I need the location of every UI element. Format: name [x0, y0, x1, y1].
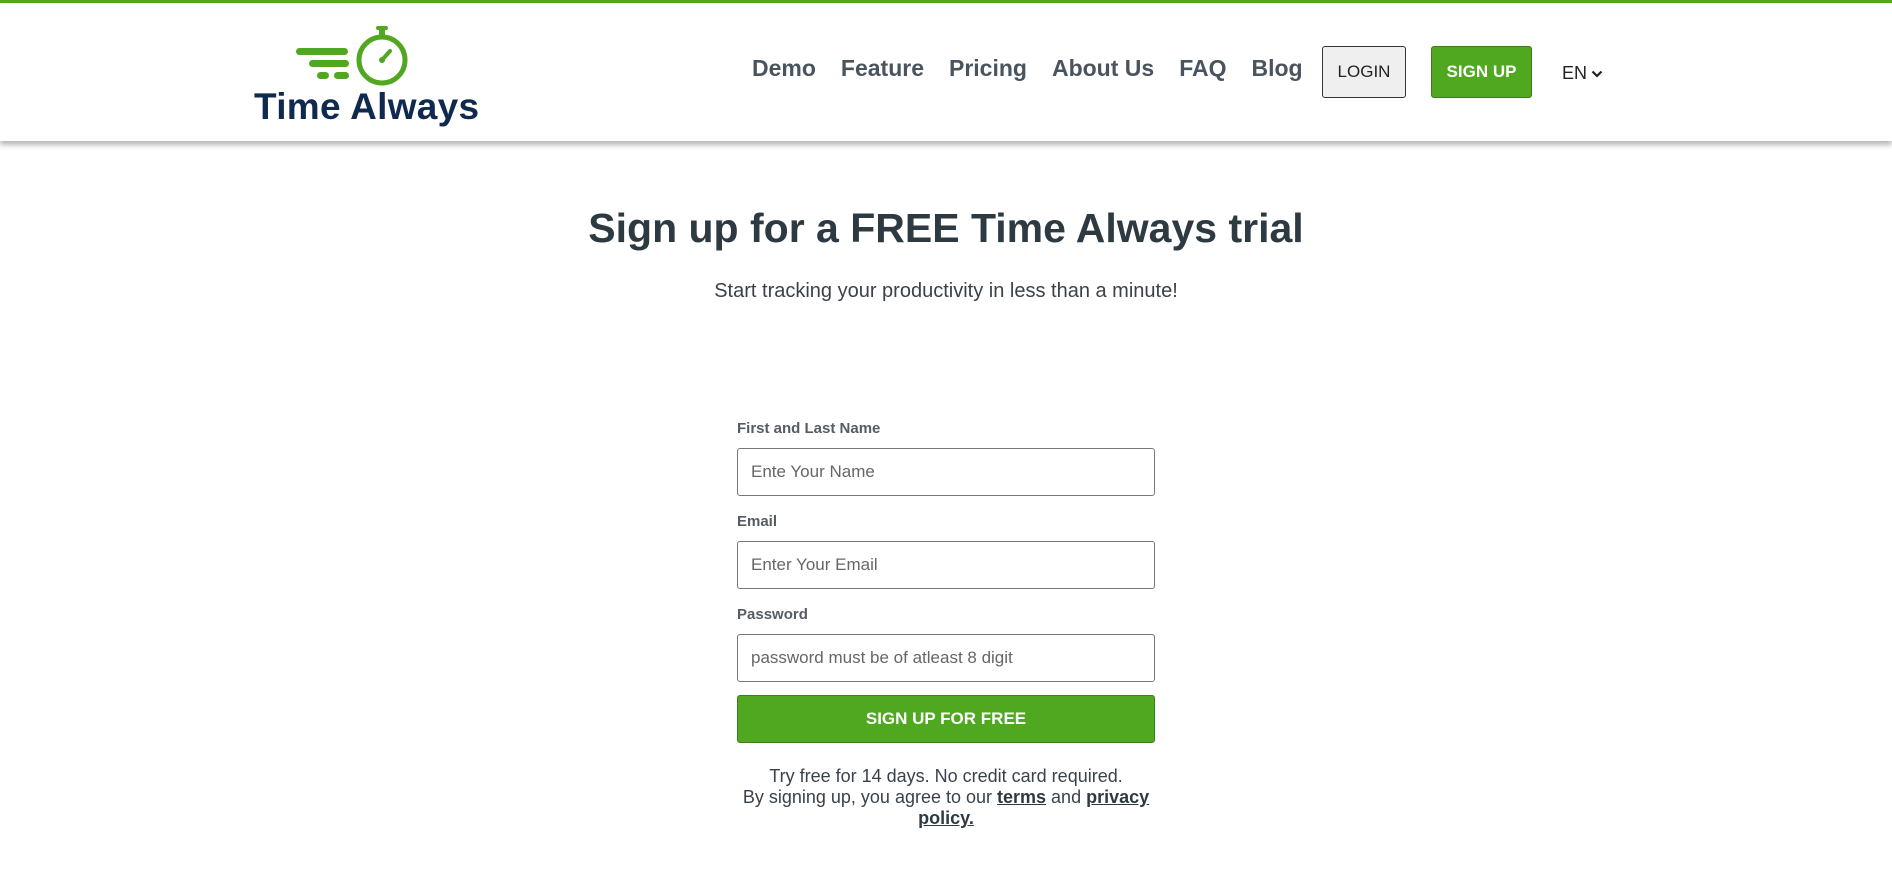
sign-up-for-free-button[interactable]: SIGN UP FOR FREE	[737, 695, 1155, 743]
nav-link-demo[interactable]: Demo	[752, 55, 816, 82]
fine-print: Try free for 14 days. No credit card req…	[737, 766, 1155, 829]
signup-button[interactable]: SIGN UP	[1431, 46, 1532, 98]
login-button[interactable]: LOGIN	[1322, 46, 1406, 98]
brand-wordmark: Time Always	[254, 86, 480, 127]
page-title: Sign up for a FREE Time Always trial	[588, 205, 1304, 251]
signup-form: First and Last Name Email Password SIGN …	[737, 420, 1155, 743]
agreement-note: By signing up, you agree to our terms an…	[737, 787, 1155, 829]
email-input[interactable]	[737, 541, 1155, 589]
language-label: EN	[1562, 63, 1588, 83]
agreement-prefix: By signing up, you agree to our	[742, 787, 998, 807]
trial-note: Try free for 14 days. No credit card req…	[769, 766, 1123, 786]
nav-link-faq[interactable]: FAQ	[1179, 55, 1226, 82]
terms-link[interactable]: terms	[997, 787, 1046, 807]
nav-link-feature[interactable]: Feature	[841, 55, 924, 82]
email-field-label: Email	[737, 513, 778, 530]
main-nav: Demo Feature Pricing About Us FAQ Blog	[752, 55, 1328, 82]
password-input[interactable]	[737, 634, 1155, 682]
page-subtitle: Start tracking your productivity in less…	[714, 280, 1178, 302]
chevron-down-icon	[1591, 70, 1603, 78]
name-field-label: First and Last Name	[737, 420, 881, 437]
nav-link-about-us[interactable]: About Us	[1052, 55, 1154, 82]
password-field-label: Password	[737, 606, 808, 623]
agreement-and: and	[1046, 787, 1087, 807]
nav-link-blog[interactable]: Blog	[1251, 55, 1302, 82]
language-selector[interactable]: EN	[1562, 63, 1603, 84]
nav-link-pricing[interactable]: Pricing	[949, 55, 1027, 82]
name-input[interactable]	[737, 448, 1155, 496]
